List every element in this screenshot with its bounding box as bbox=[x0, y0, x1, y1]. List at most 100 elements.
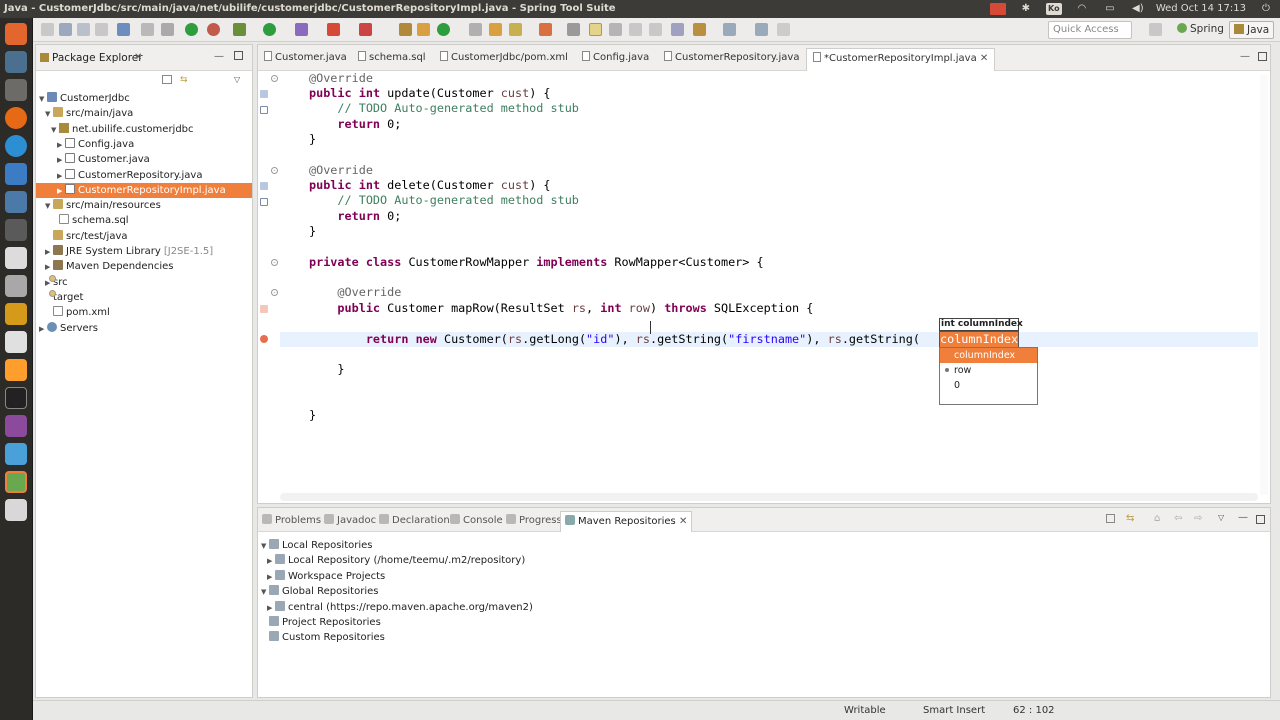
open-type-icon[interactable] bbox=[469, 23, 482, 36]
dash-icon[interactable] bbox=[5, 23, 27, 45]
vertical-scrollbar[interactable] bbox=[1260, 75, 1268, 495]
presentation-icon[interactable] bbox=[5, 415, 27, 437]
suggestion-row[interactable]: row bbox=[940, 363, 1037, 378]
new-java-project-icon[interactable] bbox=[399, 23, 412, 36]
repository-tree-item[interactable]: ▶ Local Repository (/home/teemu/.m2/repos… bbox=[258, 553, 525, 568]
tree-item[interactable]: pom.xml bbox=[36, 305, 252, 320]
expand-arrow-right-icon[interactable]: ▶ bbox=[267, 601, 275, 616]
tab-problems[interactable]: Problems bbox=[262, 514, 321, 526]
pin-editor-icon[interactable] bbox=[777, 23, 790, 36]
task-marker-icon[interactable] bbox=[260, 106, 268, 114]
volume-icon[interactable]: ◀) bbox=[1130, 3, 1146, 15]
coverage-icon[interactable] bbox=[295, 23, 308, 36]
software-center-icon[interactable] bbox=[5, 303, 27, 325]
terminal-dark-icon[interactable] bbox=[5, 219, 27, 241]
override-marker-icon[interactable] bbox=[260, 90, 268, 98]
maximize-icon[interactable] bbox=[1256, 515, 1265, 524]
editor-tab-schema-sql[interactable]: schema.sql bbox=[358, 51, 426, 63]
suggestion-zero[interactable]: 0 bbox=[940, 378, 1037, 393]
tree-item[interactable]: ▼ src/main/java bbox=[36, 106, 252, 121]
editor-tab-customer-java[interactable]: Customer.java bbox=[264, 51, 347, 63]
expand-arrow-right-icon[interactable]: ▶ bbox=[57, 153, 65, 168]
repository-tree-item[interactable]: ▶ central (https://repo.maven.apache.org/… bbox=[258, 600, 533, 615]
fold-toggle-icon[interactable]: - bbox=[271, 289, 278, 296]
back-icon[interactable]: ⇦ bbox=[1174, 513, 1182, 524]
new-icon[interactable] bbox=[41, 23, 54, 36]
last-edit-icon[interactable] bbox=[693, 23, 706, 36]
fold-toggle-icon[interactable]: - bbox=[271, 75, 278, 82]
editor-gutter[interactable] bbox=[258, 71, 280, 501]
cube-icon[interactable] bbox=[5, 331, 27, 353]
power-icon[interactable]: ⏻ bbox=[1258, 3, 1274, 15]
expand-arrow-right-icon[interactable]: ▶ bbox=[39, 322, 47, 337]
show-whitespace-icon[interactable] bbox=[609, 23, 622, 36]
horizontal-scrollbar[interactable] bbox=[280, 493, 1258, 501]
fold-toggle-icon[interactable]: - bbox=[271, 167, 278, 174]
editor-tab-config-java[interactable]: Config.java bbox=[582, 51, 649, 63]
settings-gear-icon[interactable] bbox=[5, 275, 27, 297]
maximize-icon[interactable] bbox=[234, 51, 243, 60]
terminal-icon[interactable] bbox=[5, 387, 27, 409]
expand-arrow-down-icon[interactable]: ▼ bbox=[45, 199, 53, 214]
repository-tree-item[interactable]: ▶ Workspace Projects bbox=[258, 569, 385, 584]
close-icon[interactable]: ✕ bbox=[134, 52, 142, 63]
link-with-editor-icon[interactable]: ⇆ bbox=[180, 75, 190, 85]
ant-icon[interactable] bbox=[359, 23, 372, 36]
tree-item[interactable]: ▶ src bbox=[36, 274, 252, 290]
repository-tree-item[interactable]: Project Repositories bbox=[258, 615, 381, 630]
home-folder-icon[interactable] bbox=[5, 79, 27, 101]
spring-boot-icon[interactable] bbox=[185, 23, 198, 36]
drive-icon[interactable] bbox=[5, 247, 27, 269]
expand-arrow-down-icon[interactable]: ▼ bbox=[39, 92, 47, 107]
tree-item[interactable]: ▶ Config.java bbox=[36, 137, 252, 152]
spring-tool-suite-icon[interactable] bbox=[5, 471, 27, 493]
editor-tab-customer-repository-impl-java[interactable]: *CustomerRepositoryImpl.java ✕ bbox=[806, 48, 996, 71]
expand-arrow-right-icon[interactable]: ▶ bbox=[267, 570, 275, 585]
close-tab-icon[interactable]: ✕ bbox=[679, 516, 687, 527]
toggle-mark-occurrences-icon[interactable] bbox=[567, 23, 580, 36]
tab-maven-repositories[interactable]: Maven Repositories ✕ bbox=[560, 511, 693, 532]
view-menu-icon[interactable]: ▽ bbox=[1218, 513, 1224, 522]
previous-annotation-icon[interactable] bbox=[671, 23, 684, 36]
text-editor-icon[interactable] bbox=[5, 499, 27, 521]
error-marker-icon[interactable] bbox=[260, 305, 268, 313]
save-all-icon[interactable] bbox=[77, 23, 90, 36]
maximize-editor-icon[interactable] bbox=[1258, 52, 1267, 61]
error-icon[interactable] bbox=[260, 335, 268, 343]
tree-item[interactable]: ▶ Maven Dependencies bbox=[36, 259, 252, 274]
tree-item[interactable]: ▶ Customer.java bbox=[36, 152, 252, 167]
expand-arrow-right-icon[interactable]: ▶ bbox=[57, 184, 65, 199]
expand-arrow-right-icon[interactable]: ▶ bbox=[57, 138, 65, 153]
keyboard-layout-indicator[interactable]: Ko bbox=[1045, 3, 1062, 15]
forward-icon[interactable]: ⇨ bbox=[1194, 513, 1202, 524]
wifi-icon[interactable]: ◠ bbox=[1074, 3, 1090, 15]
open-perspective-icon[interactable] bbox=[1149, 23, 1162, 36]
notification-icon[interactable] bbox=[989, 3, 1006, 15]
tab-progress[interactable]: Progress bbox=[506, 514, 562, 526]
git-icon[interactable] bbox=[539, 23, 552, 36]
repository-tree-item[interactable]: ▼ Local Repositories bbox=[258, 538, 373, 553]
expand-arrow-right-icon[interactable]: ▶ bbox=[45, 245, 53, 260]
bluetooth-icon[interactable]: ✱ bbox=[1018, 3, 1034, 15]
save-icon[interactable] bbox=[59, 23, 72, 36]
editor-tab-customer-repository-java[interactable]: CustomerRepository.java bbox=[664, 51, 799, 63]
search-icon[interactable] bbox=[509, 23, 522, 36]
code-area[interactable]: @Override public int update(Customer cus… bbox=[280, 71, 1258, 491]
package-explorer-tab[interactable]: Package Explorer ✕ ⇆ ▽ — bbox=[36, 45, 252, 85]
tree-item[interactable]: src/test/java bbox=[36, 229, 252, 244]
server-icon[interactable] bbox=[161, 23, 174, 36]
block-selection-icon[interactable] bbox=[629, 23, 642, 36]
minimize-icon[interactable]: — bbox=[214, 51, 224, 62]
minimize-icon[interactable]: — bbox=[1238, 512, 1248, 523]
override-marker-icon[interactable] bbox=[260, 182, 268, 190]
skip-breakpoints-icon[interactable] bbox=[141, 23, 154, 36]
tree-item[interactable]: target bbox=[36, 289, 252, 305]
linked-parameter-column-index[interactable]: columnIndex bbox=[938, 331, 1020, 348]
print-icon[interactable] bbox=[95, 23, 108, 36]
tree-item[interactable]: ▼ src/main/resources bbox=[36, 198, 252, 213]
network-icon[interactable] bbox=[5, 163, 27, 185]
skype-icon[interactable] bbox=[5, 135, 27, 157]
clock[interactable]: Wed Oct 14 17:13 bbox=[1156, 0, 1246, 18]
home-icon[interactable]: ⌂ bbox=[1154, 513, 1160, 524]
editor-tab-pom-xml[interactable]: CustomerJdbc/pom.xml bbox=[440, 51, 568, 63]
